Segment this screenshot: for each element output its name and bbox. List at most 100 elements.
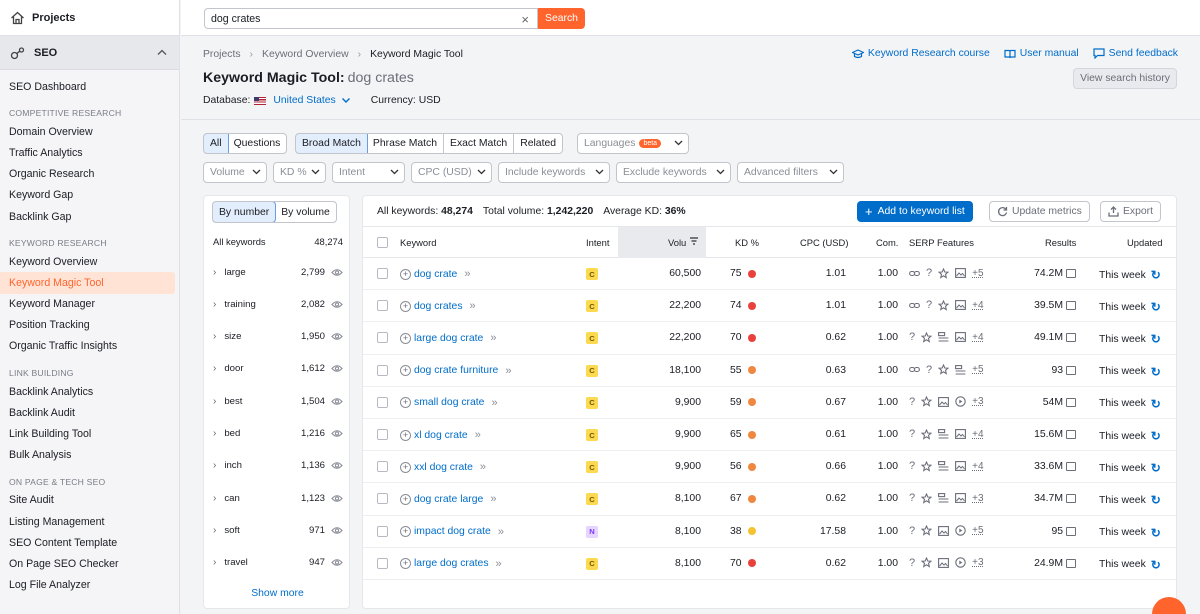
row-checkbox[interactable] [377, 268, 388, 279]
add-keyword-icon[interactable]: + [400, 461, 411, 473]
add-keyword-icon[interactable]: + [400, 300, 411, 312]
row-checkbox[interactable] [377, 300, 388, 312]
sidebar-item-organic-research[interactable]: Organic Research [0, 164, 179, 185]
column-results[interactable]: Results [1045, 237, 1076, 248]
filter-questions[interactable]: Questions [228, 134, 287, 153]
chevron-right-icon[interactable]: › [213, 428, 216, 439]
chevron-right-icon[interactable]: › [213, 267, 216, 278]
serp-more-count[interactable]: +5 [972, 525, 983, 536]
row-checkbox[interactable] [377, 461, 388, 473]
column-volume[interactable]: Volume [668, 237, 686, 248]
row-checkbox[interactable] [377, 525, 388, 537]
serp-snapshot-icon[interactable] [1066, 526, 1076, 536]
eye-icon[interactable] [331, 494, 343, 503]
refresh-icon[interactable]: ↻ [1151, 397, 1161, 411]
group-row[interactable]: › training 2,082 [213, 294, 343, 314]
double-chevron-icon[interactable]: » [475, 429, 481, 441]
serp-more-count[interactable]: +3 [972, 557, 983, 568]
add-keyword-icon[interactable]: + [400, 268, 411, 280]
keyword-link[interactable]: dog crate [414, 269, 457, 280]
sidebar-item-traffic-analytics[interactable]: Traffic Analytics [0, 142, 179, 163]
intent-filter-dropdown[interactable]: Intent [332, 162, 405, 183]
breadcrumb-keyword-overview[interactable]: Keyword Overview [262, 49, 349, 60]
by-number-button[interactable]: By number [212, 202, 277, 222]
sidebar-item-site-audit[interactable]: Site Audit [0, 490, 179, 511]
serp-snapshot-icon[interactable] [1066, 301, 1076, 311]
add-keyword-icon[interactable]: + [400, 365, 411, 377]
add-keyword-icon[interactable]: + [400, 493, 411, 505]
by-volume-button[interactable]: By volume [275, 202, 336, 222]
column-intent[interactable]: Intent [586, 237, 609, 248]
sidebar-item-organic-traffic-insights[interactable]: Organic Traffic Insights [0, 336, 179, 357]
chevron-right-icon[interactable]: › [213, 525, 216, 536]
column-cpc[interactable]: CPC (USD) [800, 237, 848, 248]
select-all-checkbox[interactable] [377, 237, 388, 248]
refresh-icon[interactable]: ↻ [1151, 300, 1161, 314]
eye-icon[interactable] [331, 429, 343, 438]
column-updated[interactable]: Updated [1127, 237, 1162, 248]
advanced-filters-dropdown[interactable]: Advanced filters [737, 162, 844, 183]
search-button[interactable]: Search [538, 8, 585, 29]
keyword-link[interactable]: large dog crate [414, 333, 483, 344]
add-keyword-icon[interactable]: + [400, 397, 411, 409]
serp-more-count[interactable]: +5 [972, 364, 983, 375]
serp-snapshot-icon[interactable] [1066, 494, 1076, 504]
view-history-button[interactable]: View search history [1073, 68, 1177, 89]
include-keywords-dropdown[interactable]: Include keywords [498, 162, 610, 183]
sidebar-item-seo-content-template[interactable]: SEO Content Template [0, 532, 179, 553]
eye-icon[interactable] [331, 300, 343, 309]
serp-more-count[interactable]: +5 [972, 268, 983, 279]
chevron-right-icon[interactable]: › [213, 493, 216, 504]
add-keyword-icon[interactable]: + [400, 558, 411, 570]
chevron-right-icon[interactable]: › [213, 331, 216, 342]
group-row[interactable]: › inch 1,136 [213, 456, 343, 476]
refresh-icon[interactable]: ↻ [1151, 365, 1161, 379]
row-checkbox[interactable] [377, 364, 388, 376]
double-chevron-icon[interactable]: » [470, 300, 476, 312]
double-chevron-icon[interactable]: » [505, 365, 511, 377]
filter-related[interactable]: Related [514, 134, 562, 153]
serp-snapshot-icon[interactable] [1066, 365, 1076, 375]
show-more-link[interactable]: Show more [204, 588, 351, 599]
keyword-link[interactable]: small dog crate [414, 397, 484, 408]
serp-more-count[interactable]: +4 [972, 332, 983, 343]
sidebar-item-backlink-audit[interactable]: Backlink Audit [0, 402, 179, 423]
group-row[interactable]: › can 1,123 [213, 488, 343, 508]
eye-icon[interactable] [331, 332, 343, 341]
chevron-right-icon[interactable]: › [213, 460, 216, 471]
keyword-link[interactable]: dog crate large [414, 494, 483, 505]
keyword-link[interactable]: xxl dog crate [414, 462, 473, 473]
group-row[interactable]: › best 1,504 [213, 391, 343, 411]
feedback-link[interactable]: Send feedback [1093, 48, 1178, 59]
export-button[interactable]: Export [1100, 201, 1162, 222]
group-row[interactable]: › large 2,799 [213, 262, 343, 282]
refresh-icon[interactable]: ↻ [1151, 332, 1161, 346]
group-row[interactable]: › bed 1,216 [213, 424, 343, 444]
eye-icon[interactable] [331, 461, 343, 470]
add-keyword-icon[interactable]: + [400, 429, 411, 441]
serp-snapshot-icon[interactable] [1066, 462, 1076, 472]
clear-icon[interactable]: × [521, 12, 529, 27]
sidebar-projects[interactable]: Projects [0, 0, 179, 36]
filter-all[interactable]: All [204, 134, 229, 153]
group-row[interactable]: › soft 971 [213, 520, 343, 540]
double-chevron-icon[interactable]: » [480, 461, 486, 473]
chevron-right-icon[interactable]: › [213, 557, 216, 568]
sidebar-item-domain-overview[interactable]: Domain Overview [0, 121, 179, 142]
double-chevron-icon[interactable]: » [498, 526, 504, 538]
row-checkbox[interactable] [377, 429, 388, 440]
eye-icon[interactable] [331, 364, 343, 373]
serp-more-count[interactable]: +4 [972, 461, 983, 472]
update-metrics-button[interactable]: Update metrics [989, 201, 1090, 222]
keyword-link[interactable]: impact dog crate [414, 526, 491, 537]
database-select[interactable]: United States [273, 95, 350, 106]
sidebar-item-listing-management[interactable]: Listing Management [0, 511, 179, 532]
filter-broad-match[interactable]: Broad Match [296, 134, 368, 153]
sidebar-item-on-page-seo-checker[interactable]: On Page SEO Checker [0, 553, 179, 574]
chevron-right-icon[interactable]: › [213, 396, 216, 407]
group-row[interactable]: › size 1,950 [213, 327, 343, 347]
sidebar-item-seo-dashboard[interactable]: SEO Dashboard [0, 76, 179, 97]
kd-filter-dropdown[interactable]: KD % [273, 162, 326, 183]
cpc-filter-dropdown[interactable]: CPC (USD) [411, 162, 492, 183]
group-row[interactable]: › travel 947 [213, 553, 343, 573]
